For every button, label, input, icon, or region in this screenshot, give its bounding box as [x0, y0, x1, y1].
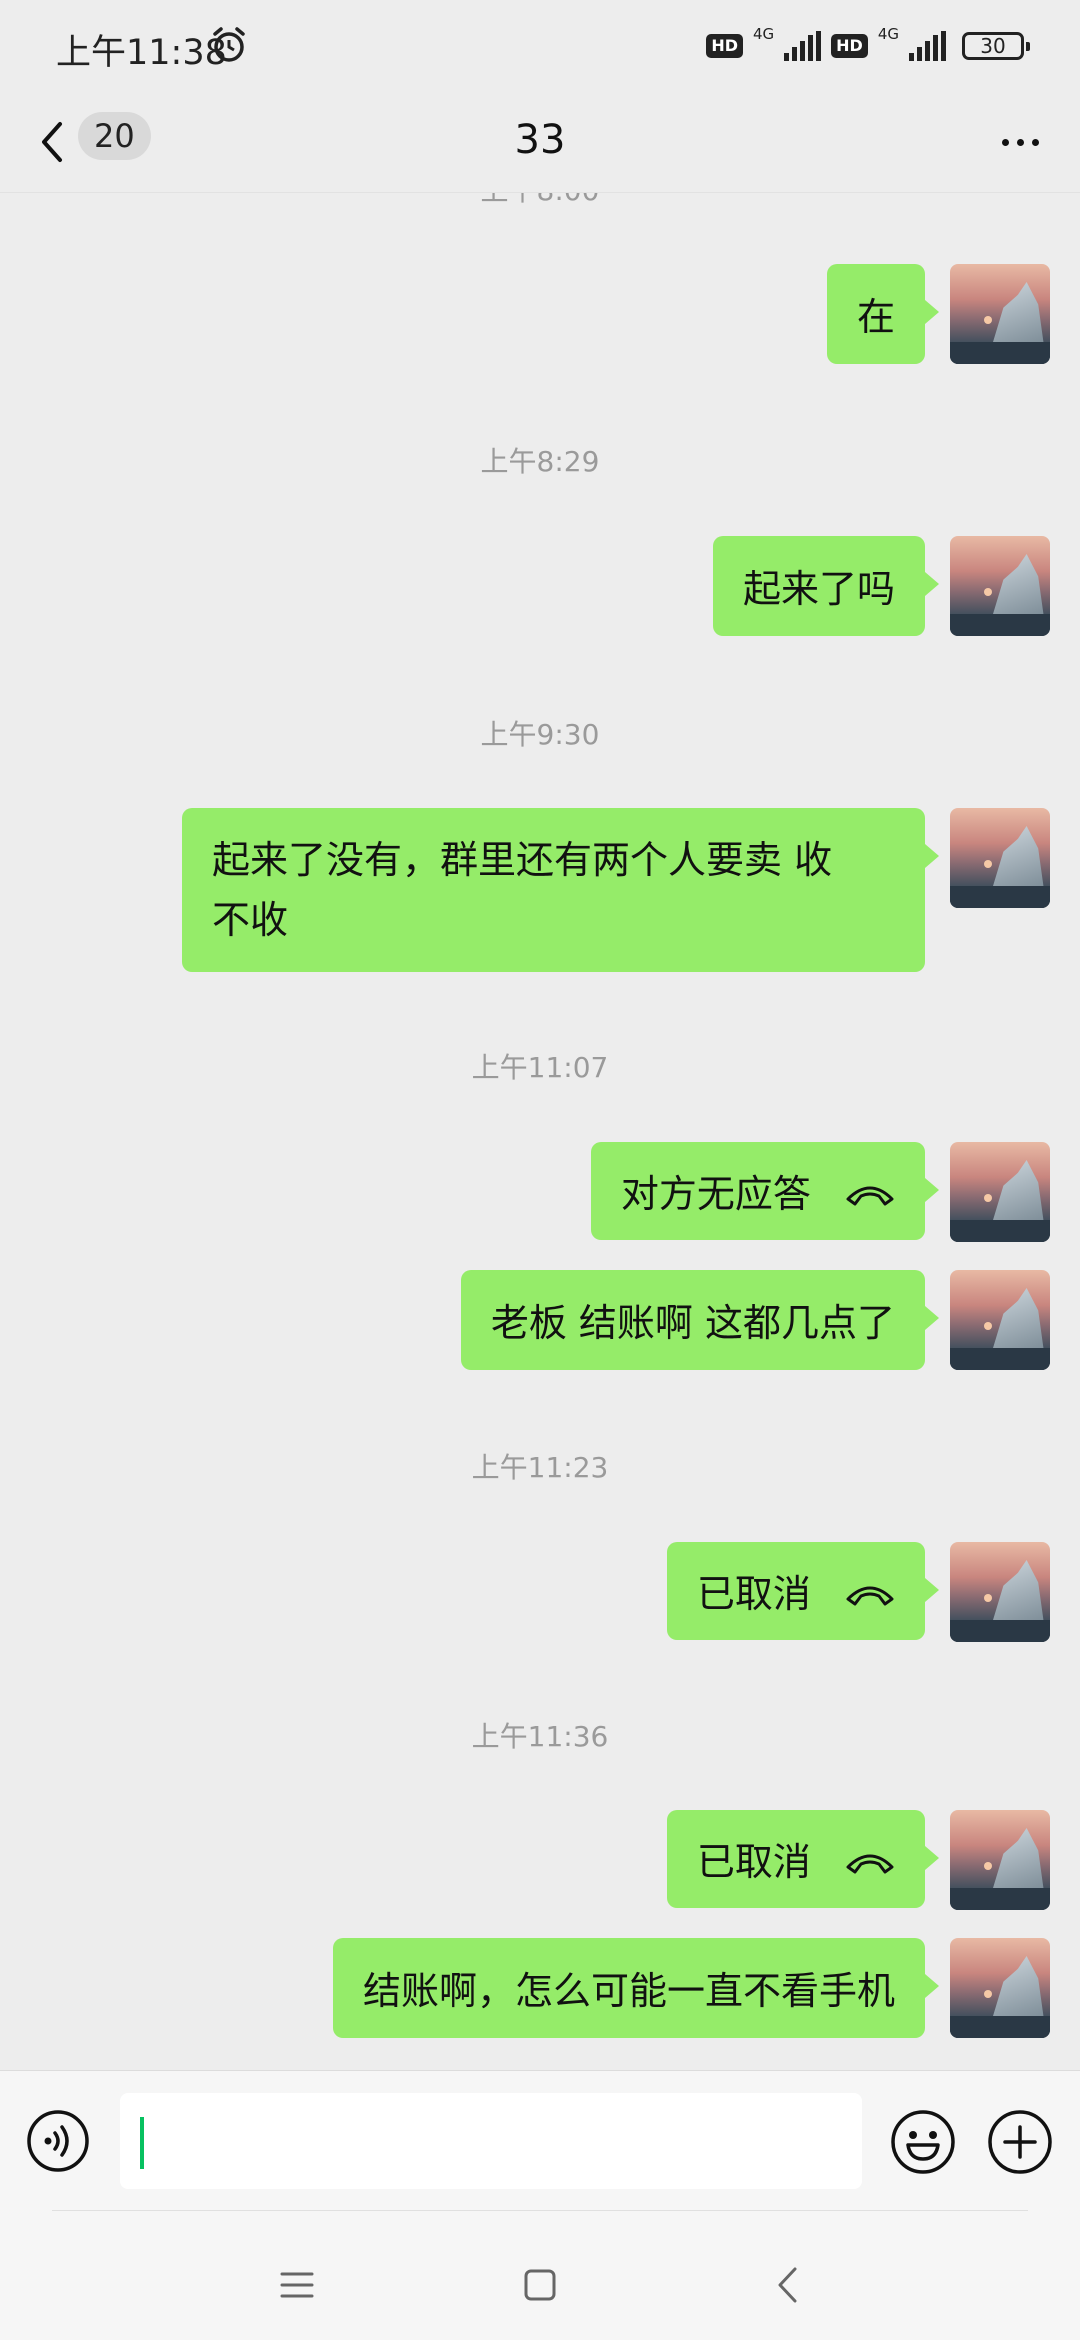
message-bubble[interactable]: 起来了吗 — [712, 536, 940, 636]
avatar[interactable] — [950, 264, 1050, 364]
message-text-line-1: 起来了没有，群里还有两个人要卖 收 — [212, 838, 833, 882]
avatar[interactable] — [950, 1270, 1050, 1370]
status-bar: 上午11:38 HD 4G HD 4G 30 — [0, 0, 1080, 92]
avatar[interactable] — [950, 536, 1050, 636]
signal-icon — [784, 31, 822, 61]
unread-count-badge[interactable]: 20 — [78, 112, 151, 160]
timestamp: 上午11:36 — [471, 1720, 609, 1753]
chat-header: 20 33 — [0, 92, 1080, 193]
phone-hangup-icon — [846, 1586, 894, 1605]
message-bubble[interactable]: 老板 结账啊 这都几点了 — [460, 1270, 940, 1370]
more-options-icon[interactable] — [990, 114, 1050, 170]
call-record-bubble[interactable]: 已取消 — [666, 1542, 940, 1640]
avatar[interactable] — [950, 1810, 1050, 1910]
hd-badge-2: HD — [831, 34, 868, 58]
message-text-line-2: 不收 — [212, 898, 289, 942]
avatar[interactable] — [950, 1542, 1050, 1642]
divider — [52, 2210, 1028, 2211]
text-caret — [140, 2117, 144, 2169]
recent-apps-icon[interactable] — [280, 2270, 314, 2300]
system-back-icon[interactable] — [775, 2266, 799, 2304]
message-text: 在 — [856, 294, 895, 339]
network-type-2: 4G — [877, 25, 899, 43]
hd-badge: HD — [706, 34, 743, 58]
message-text: 对方无应答 — [620, 1171, 811, 1216]
message-text: 已取消 — [696, 1571, 811, 1616]
voice-input-icon[interactable] — [26, 2109, 90, 2173]
message-bubble[interactable]: 起来了没有，群里还有两个人要卖 收 不收 — [182, 808, 939, 972]
timestamp: 上午11:23 — [471, 1451, 609, 1484]
battery-icon: 30 — [962, 32, 1030, 60]
back-arrow-icon[interactable] — [36, 114, 68, 170]
message-list[interactable]: 上午8:00 在 上午8:29 起来了吗 上午9:30 起来了没有，群里还有两个… — [0, 193, 1080, 2070]
emoji-icon[interactable] — [890, 2109, 956, 2175]
input-bar — [0, 2070, 1080, 2211]
system-navigation-bar — [0, 2210, 1080, 2340]
network-type: 4G — [752, 25, 775, 43]
avatar[interactable] — [950, 1142, 1050, 1242]
call-record-bubble[interactable]: 已取消 — [666, 1810, 940, 1908]
message-text: 起来了吗 — [742, 566, 895, 611]
message-bubble[interactable]: 结账啊，怎么可能一直不看手机 — [332, 1938, 940, 2038]
phone-hangup-icon — [846, 1186, 894, 1205]
signal-icon-2 — [909, 31, 946, 61]
timestamp: 上午8:29 — [480, 445, 600, 478]
timestamp-cut: 上午8:00 — [0, 193, 1080, 209]
chat-title: 33 — [514, 117, 566, 163]
home-icon[interactable] — [523, 2268, 557, 2302]
message-input[interactable] — [120, 2093, 862, 2189]
avatar[interactable] — [950, 1938, 1050, 2038]
message-text: 老板 结账啊 这都几点了 — [490, 1300, 895, 1345]
plus-icon[interactable] — [987, 2109, 1053, 2175]
phone-hangup-icon — [846, 1854, 894, 1873]
status-time: 上午11:38 — [56, 33, 227, 73]
message-text: 已取消 — [696, 1839, 811, 1884]
message-bubble[interactable]: 在 — [826, 264, 940, 364]
alarm-clock-icon — [213, 27, 245, 62]
message-text: 结账啊，怎么可能一直不看手机 — [362, 1968, 895, 2013]
call-record-bubble[interactable]: 对方无应答 — [590, 1142, 940, 1240]
status-icons: HD 4G HD 4G 30 — [706, 25, 1030, 66]
timestamp: 上午9:30 — [480, 718, 600, 751]
avatar[interactable] — [950, 808, 1050, 908]
timestamp: 上午11:07 — [471, 1051, 609, 1084]
